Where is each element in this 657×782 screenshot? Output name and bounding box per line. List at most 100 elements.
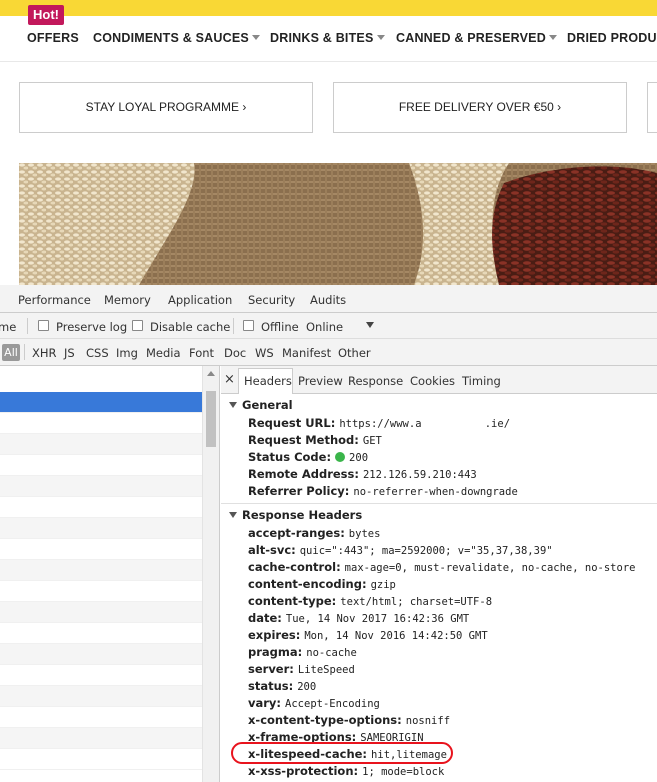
header-key: cache-control:	[248, 560, 341, 574]
list-item[interactable]	[0, 560, 202, 581]
header-key: Referrer Policy:	[248, 484, 350, 498]
list-item[interactable]	[0, 686, 202, 707]
scrollbar-thumb[interactable]	[206, 391, 216, 447]
header-row: status: 200	[248, 679, 316, 693]
devtools-panel: Performance Memory Application Security …	[0, 285, 657, 782]
header-value: no-referrer-when-downgrade	[353, 486, 518, 498]
filter-doc[interactable]: Doc	[224, 346, 246, 360]
tab-cookies[interactable]: Cookies	[410, 374, 455, 388]
header-key: x-content-type-options:	[248, 713, 402, 727]
tab-performance[interactable]: Performance	[18, 293, 91, 307]
filter-other[interactable]: Other	[338, 346, 371, 360]
preserve-log-label: Preserve log	[56, 320, 128, 334]
filter-img[interactable]: Img	[116, 346, 138, 360]
triangle-down-icon	[229, 402, 237, 408]
chevron-down-icon	[251, 35, 260, 40]
list-item[interactable]	[0, 476, 202, 497]
filter-font[interactable]: Font	[189, 346, 214, 360]
header-key: Status Code:	[248, 450, 332, 464]
header-key: alt-svc:	[248, 543, 296, 557]
chevron-down-icon[interactable]	[366, 322, 374, 328]
list-item[interactable]	[0, 392, 202, 413]
scroll-up-icon[interactable]	[207, 371, 215, 376]
tab-audits[interactable]: Audits	[310, 293, 346, 307]
nav-item-condiments[interactable]: CONDIMENTS & SAUCES	[93, 31, 260, 45]
list-item[interactable]	[0, 497, 202, 518]
nav-item-label: DRIED PRODUC	[567, 31, 657, 45]
filter-css[interactable]: CSS	[86, 346, 109, 360]
disable-cache-checkbox[interactable]	[132, 320, 143, 331]
section-divider	[221, 503, 657, 504]
header-key: content-encoding:	[248, 577, 367, 591]
list-item[interactable]	[0, 602, 202, 623]
close-icon[interactable]: ×	[224, 372, 235, 387]
response-headers-section-header[interactable]: Response Headers	[229, 508, 362, 522]
site-logo[interactable]: Hot!	[28, 5, 64, 25]
general-section-header[interactable]: General	[229, 398, 293, 412]
header-value: 212.126.59.210:443	[362, 469, 477, 481]
header-row: Request URL: https://www.a .ie/	[248, 416, 510, 430]
chevron-down-icon	[376, 35, 385, 40]
list-item[interactable]	[0, 539, 202, 560]
list-item[interactable]	[0, 455, 202, 476]
filter-xhr[interactable]: XHR	[32, 346, 57, 360]
filter-all[interactable]: All	[2, 344, 20, 361]
header-value: 1; mode=block	[362, 766, 445, 778]
header-row: expires: Mon, 14 Nov 2016 14:42:50 GMT	[248, 628, 488, 642]
list-item[interactable]	[0, 665, 202, 686]
list-item[interactable]	[0, 749, 202, 770]
offline-checkbox[interactable]	[243, 320, 254, 331]
nav-item-label: DRINKS & BITES	[270, 31, 374, 45]
header-value: bytes	[348, 528, 381, 540]
list-item[interactable]	[0, 518, 202, 539]
tab-timing[interactable]: Timing	[462, 374, 501, 388]
header-value: 200	[297, 681, 317, 693]
tab-headers[interactable]: Headers	[244, 374, 292, 388]
throttling-select[interactable]: Online	[306, 320, 343, 334]
hero-banner-image	[19, 163, 657, 285]
nav-item-dried[interactable]: DRIED PRODUC	[567, 31, 657, 45]
promo-partial[interactable]	[647, 82, 657, 133]
header-row: date: Tue, 14 Nov 2017 16:42:36 GMT	[248, 611, 469, 625]
promo-delivery[interactable]: FREE DELIVERY OVER €50 ›	[333, 82, 627, 133]
list-item[interactable]	[0, 707, 202, 728]
preserve-log-checkbox[interactable]	[38, 320, 49, 331]
offline-label: Offline	[261, 320, 299, 334]
request-detail-pane: × Headers Preview Response Cookies Timin…	[221, 366, 657, 782]
nav-item-label: OFFERS	[27, 31, 79, 45]
header-value: max-age=0, must-revalidate, no-cache, no…	[344, 562, 636, 574]
list-item[interactable]	[0, 644, 202, 665]
header-key: accept-ranges:	[248, 526, 345, 540]
filter-js[interactable]: JS	[64, 346, 75, 360]
list-item[interactable]	[0, 434, 202, 455]
list-item[interactable]	[0, 413, 202, 434]
list-item[interactable]	[0, 728, 202, 749]
nav-item-canned[interactable]: CANNED & PRESERVED	[396, 31, 557, 45]
request-list-scrollbar[interactable]	[202, 366, 219, 782]
filter-ws[interactable]: WS	[255, 346, 274, 360]
header-value: https://www.a .ie/	[339, 418, 511, 430]
tab-application[interactable]: Application	[168, 293, 232, 307]
header-row: server: LiteSpeed	[248, 662, 355, 676]
header-row: Status Code: 200	[248, 450, 368, 464]
main-navigation: OFFERS CONDIMENTS & SAUCES DRINKS & BITE…	[0, 16, 657, 62]
list-item[interactable]	[0, 623, 202, 644]
nav-item-label: CONDIMENTS & SAUCES	[93, 31, 249, 45]
status-dot-icon	[335, 452, 346, 462]
nav-item-drinks[interactable]: DRINKS & BITES	[270, 31, 385, 45]
header-key: Remote Address:	[248, 467, 359, 481]
nav-item-offers[interactable]: OFFERS	[27, 31, 79, 45]
tab-preview[interactable]: Preview	[298, 374, 343, 388]
triangle-down-icon	[229, 512, 237, 518]
tab-memory[interactable]: Memory	[104, 293, 151, 307]
chevron-down-icon	[548, 35, 557, 40]
filter-manifest[interactable]: Manifest	[282, 346, 331, 360]
header-value: Mon, 14 Nov 2016 14:42:50 GMT	[304, 630, 488, 642]
header-row: alt-svc: quic=":443"; ma=2592000; v="35,3…	[248, 543, 553, 557]
list-item[interactable]	[0, 581, 202, 602]
filter-media[interactable]: Media	[146, 346, 181, 360]
tab-response[interactable]: Response	[348, 374, 403, 388]
promo-loyalty[interactable]: STAY LOYAL PROGRAMME ›	[19, 82, 313, 133]
header-value: GET	[362, 435, 382, 447]
tab-security[interactable]: Security	[248, 293, 295, 307]
